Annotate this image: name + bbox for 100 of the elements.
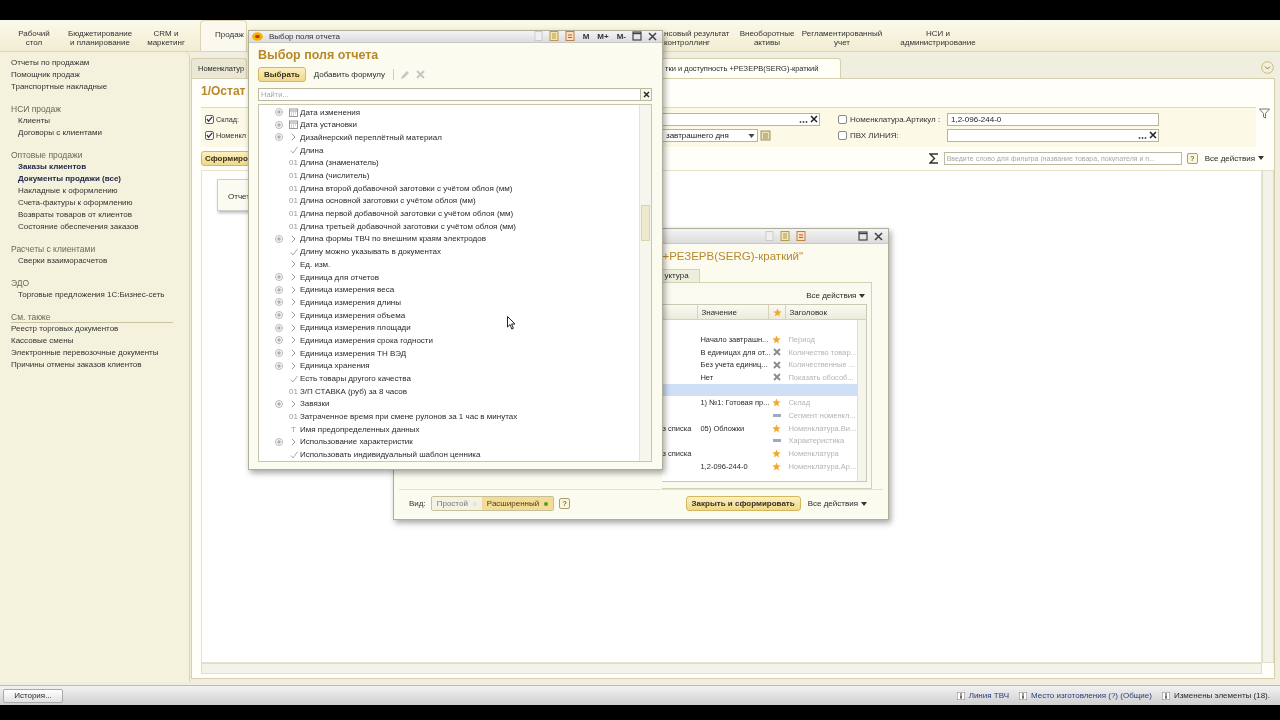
field-name[interactable]: З/П СТАВКА (руб) за 8 часов bbox=[300, 386, 408, 396]
section-tab[interactable]: нсовый результат контроллинг bbox=[664, 20, 736, 51]
column-header[interactable]: Заголовок bbox=[785, 304, 858, 320]
field-name[interactable]: Длина формы ТВЧ по внешним краям электродов bbox=[300, 234, 486, 244]
cross-icon[interactable] bbox=[772, 373, 781, 382]
field-name[interactable]: Длина (знаменатель) bbox=[300, 158, 379, 168]
input-field[interactable]: 1,2-096-244-0 bbox=[947, 112, 1159, 126]
sidebar-link[interactable]: Сверки взаиморасчетов bbox=[11, 255, 189, 267]
field-name[interactable]: Длина первой добавочной заготовки с учётом облоя (мм) bbox=[300, 209, 514, 219]
generate-button[interactable]: Сформиро bbox=[201, 150, 250, 166]
expand-icon[interactable] bbox=[275, 234, 283, 243]
view-option[interactable]: Расширенный bbox=[481, 497, 554, 510]
view-option[interactable]: Простой bbox=[431, 497, 482, 510]
expand-icon[interactable] bbox=[275, 108, 283, 117]
field-name[interactable]: Есть товары другого качества bbox=[300, 374, 411, 384]
sidebar-link[interactable]: Отчеты по продажам bbox=[11, 57, 189, 69]
field-name[interactable]: Единица измерения веса bbox=[300, 285, 395, 295]
expand-icon[interactable] bbox=[275, 437, 283, 446]
field-name[interactable]: Затраченное время при смене рулонов за 1 час в минутах bbox=[300, 412, 518, 422]
star-icon[interactable] bbox=[772, 423, 782, 433]
cross-icon[interactable] bbox=[772, 360, 781, 369]
dropdown-icon[interactable] bbox=[1261, 61, 1274, 74]
sidebar-link[interactable]: Причины отмены заказов клиентов bbox=[11, 359, 189, 371]
sidebar-link[interactable]: Транспортные накладные bbox=[11, 81, 189, 93]
pencil-icon[interactable] bbox=[399, 69, 410, 80]
expand-icon[interactable] bbox=[275, 133, 283, 142]
sidebar-link[interactable]: Торговые предложения 1С:Бизнес-сеть bbox=[11, 289, 189, 301]
dash-icon[interactable] bbox=[772, 413, 781, 417]
clear-icon[interactable] bbox=[810, 115, 818, 123]
memory-button[interactable]: M+ bbox=[597, 31, 609, 41]
expand-icon[interactable] bbox=[275, 323, 283, 332]
all-actions-button[interactable]: Все действия bbox=[804, 287, 868, 304]
sidebar-link[interactable]: Электронные перевозочные документы bbox=[11, 347, 189, 359]
expand-icon[interactable] bbox=[275, 336, 283, 345]
selected-row[interactable] bbox=[662, 383, 858, 397]
period-field[interactable]: завтрашнего дня bbox=[662, 128, 758, 142]
field-name[interactable]: Завязки bbox=[300, 399, 330, 409]
sidebar-link[interactable]: Состояние обеспечения заказов bbox=[11, 221, 189, 233]
field-name[interactable]: Длина (числитель) bbox=[300, 171, 370, 181]
expand-icon[interactable] bbox=[275, 298, 283, 307]
checkbox[interactable] bbox=[205, 130, 214, 140]
expand-icon[interactable] bbox=[275, 273, 283, 282]
column-header[interactable]: Значение bbox=[697, 304, 769, 320]
cross-icon[interactable] bbox=[772, 348, 781, 357]
checkbox[interactable] bbox=[838, 114, 847, 124]
expand-icon[interactable] bbox=[275, 349, 283, 358]
clear-button[interactable] bbox=[641, 87, 652, 101]
field-name[interactable]: Единица измерения срока годности bbox=[300, 335, 433, 345]
expand-icon[interactable] bbox=[275, 311, 283, 320]
sum-icon[interactable] bbox=[928, 152, 939, 164]
input-field[interactable] bbox=[662, 112, 820, 126]
section-tab[interactable]: НСИ и администрирование bbox=[886, 20, 990, 51]
memory-button[interactable]: M bbox=[582, 31, 590, 41]
scrollbar[interactable] bbox=[857, 320, 867, 481]
close-icon[interactable] bbox=[874, 231, 883, 241]
field-name[interactable]: Использовать индивидуальный шаблон ценника bbox=[300, 450, 481, 460]
close-icon[interactable] bbox=[648, 31, 657, 41]
sidebar-link[interactable]: Клиенты bbox=[11, 115, 189, 127]
field-name[interactable]: Длина второй добавочной заготовки с учётом облоя (мм) bbox=[300, 183, 513, 193]
field-name[interactable]: Дата установки bbox=[300, 120, 357, 130]
calendar-icon[interactable] bbox=[796, 231, 806, 241]
sidebar-link[interactable]: Документы продажи (все) bbox=[11, 173, 189, 185]
sidebar-link[interactable]: Возвраты товаров от клиентов bbox=[11, 209, 189, 221]
field-name[interactable]: Длина основной заготовки с учётом облоя (мм) bbox=[300, 196, 476, 206]
section-tab[interactable]: Регламентированный учет bbox=[798, 20, 886, 51]
expand-icon[interactable] bbox=[275, 285, 283, 294]
all-actions-button[interactable]: Все действия bbox=[1202, 153, 1266, 163]
star-icon[interactable] bbox=[772, 398, 782, 408]
maximize-icon[interactable] bbox=[632, 31, 642, 42]
select-button[interactable]: Выбрать bbox=[258, 67, 306, 83]
field-name[interactable]: Длину можно указывать в документах bbox=[300, 247, 441, 257]
status-link[interactable]: Место изготовления (?) (Общие) bbox=[1031, 691, 1152, 700]
clear-icon[interactable] bbox=[1149, 131, 1157, 139]
section-tab[interactable]: Рабочий стол bbox=[0, 20, 68, 51]
field-name[interactable]: Ед. изм. bbox=[300, 259, 331, 269]
field-name[interactable]: Длина bbox=[300, 145, 324, 155]
sidebar-link[interactable]: Реестр торговых документов bbox=[11, 323, 189, 335]
calendar-icon[interactable] bbox=[564, 31, 575, 42]
scrollbar[interactable] bbox=[201, 663, 1262, 674]
add-formula-button[interactable]: Добавить формулу bbox=[311, 70, 387, 80]
scrollbar[interactable] bbox=[1262, 170, 1274, 663]
expand-icon[interactable] bbox=[275, 361, 283, 370]
close-and-generate-button[interactable]: Закрыть и сформировать bbox=[685, 496, 801, 511]
dash-icon[interactable] bbox=[772, 439, 781, 443]
scrollbar[interactable] bbox=[639, 104, 651, 461]
maximize-icon[interactable] bbox=[858, 231, 868, 241]
star-icon[interactable] bbox=[772, 461, 782, 471]
document-icon[interactable] bbox=[533, 31, 543, 42]
field-name[interactable]: Дизайнерский переплётный материал bbox=[300, 132, 442, 142]
star-icon[interactable] bbox=[772, 334, 782, 344]
section-tab[interactable]: Продаж bbox=[200, 20, 247, 51]
expand-icon[interactable] bbox=[275, 120, 283, 129]
field-name[interactable]: Использование характеристик bbox=[300, 437, 413, 447]
section-tab[interactable]: Бюджетирование и планирование bbox=[68, 20, 132, 51]
section-tab[interactable]: Внеоборотные активы bbox=[736, 20, 798, 51]
field-name[interactable]: Единица для отчетов bbox=[300, 272, 380, 282]
delete-icon[interactable] bbox=[415, 70, 425, 80]
field-name[interactable]: Единица измерения длины bbox=[300, 297, 401, 307]
filter-icon[interactable] bbox=[1259, 108, 1270, 119]
sidebar-link[interactable]: Заказы клиентов bbox=[11, 161, 189, 173]
